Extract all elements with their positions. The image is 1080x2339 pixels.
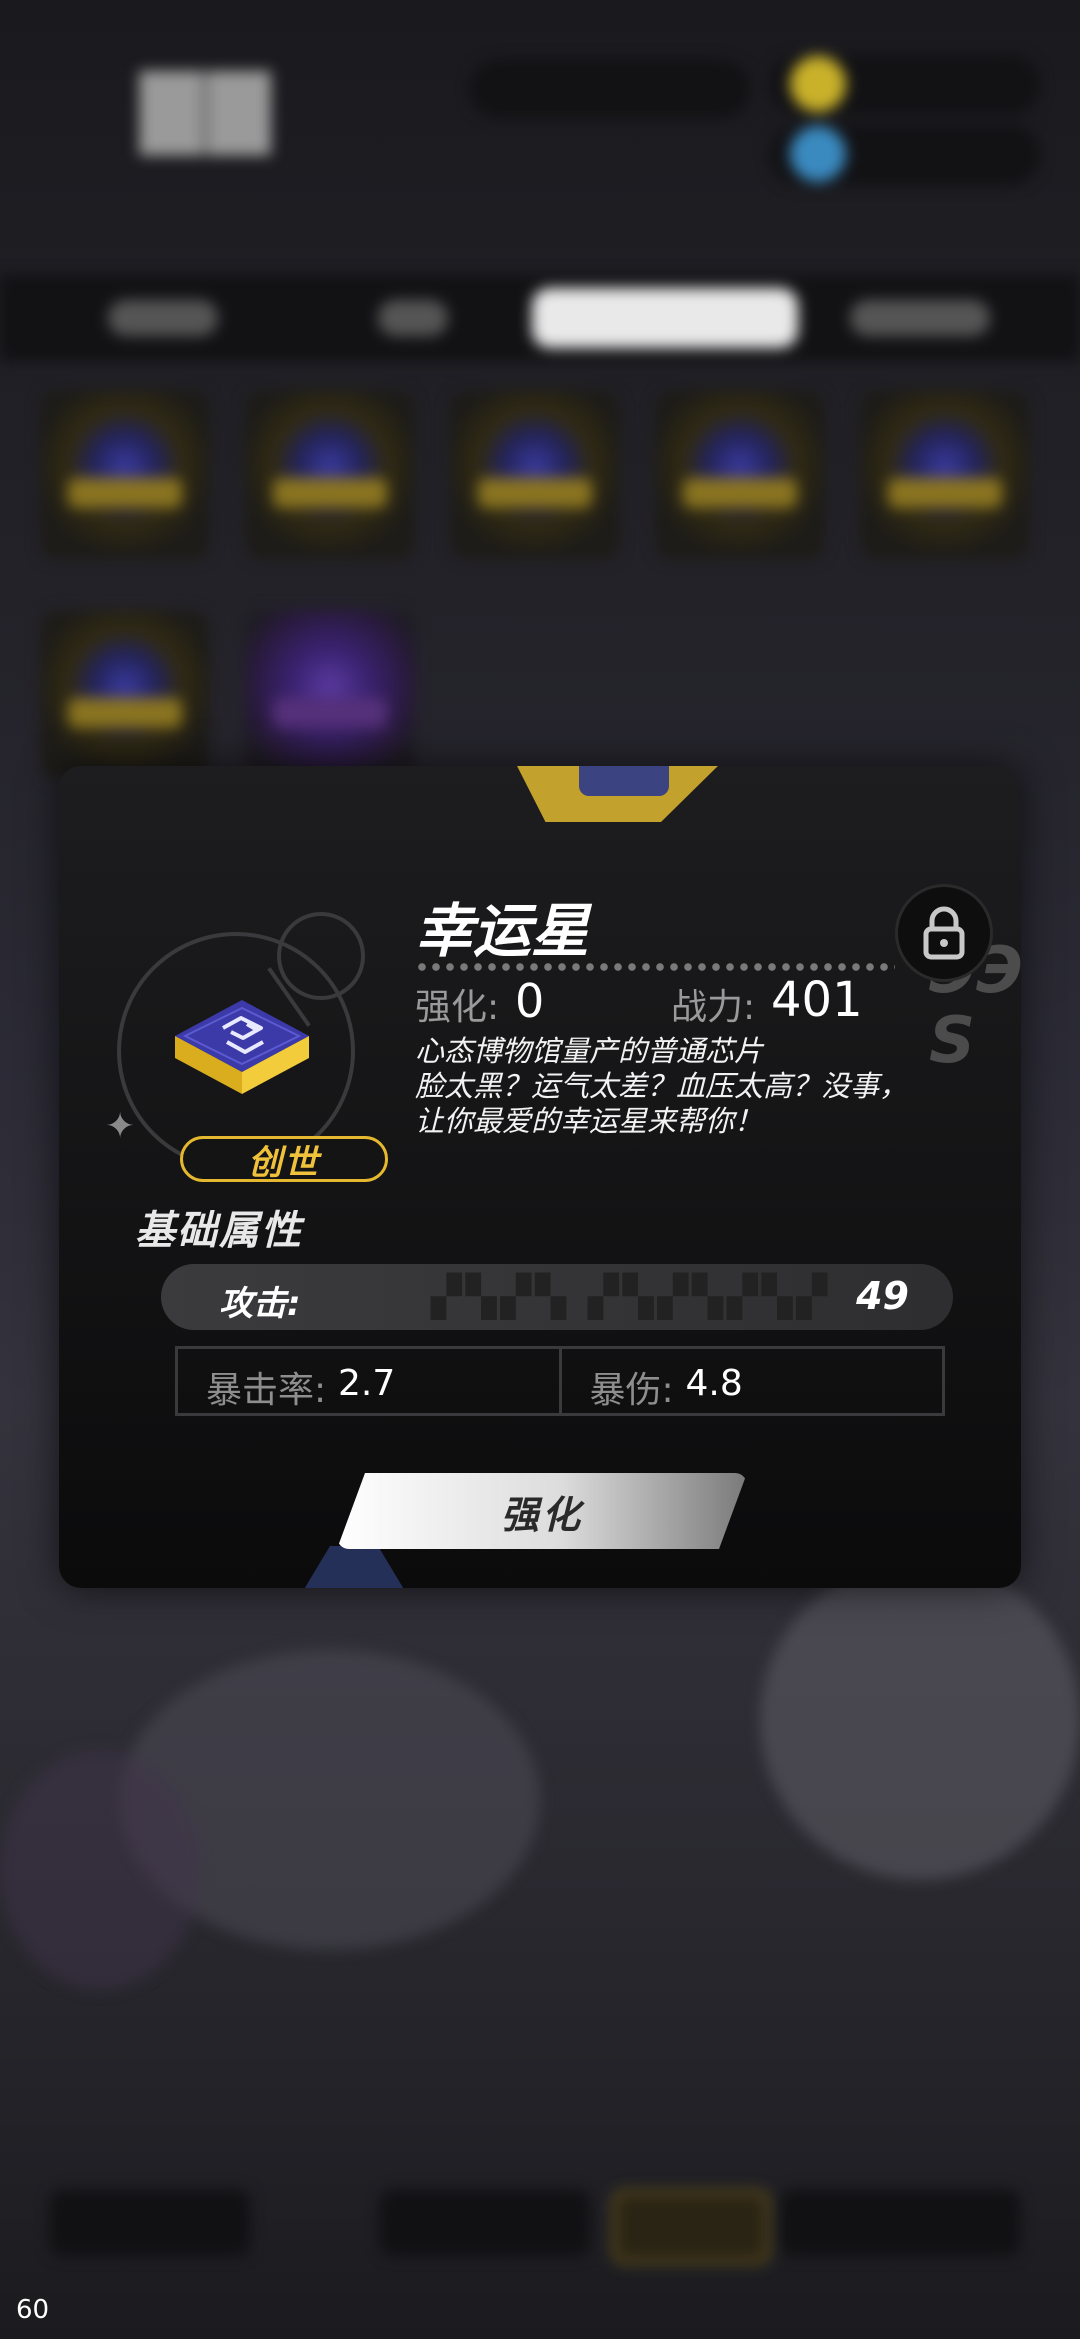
gem-icon — [790, 126, 846, 182]
gold-coin-icon — [790, 56, 846, 112]
chip-icon-ring-small — [277, 912, 365, 1000]
background-bottom-button-active — [612, 2190, 770, 2264]
background-player-pill — [470, 60, 750, 118]
attack-label: 攻击: — [219, 1284, 301, 1324]
main-stat-row: 攻击: ▞▚▞▚ ▞▚▞▚▞▚▞ 49 — [161, 1264, 953, 1330]
sub-stats-grid: 暴击率: 2.7 暴伤: 4.8 — [175, 1346, 945, 1416]
chip-description: 心态博物馆量产的普通芯片 脸太黑？运气太差？血压太高？没事， 让你最爱的幸运星来… — [415, 1034, 935, 1139]
chip-name: 幸运星 — [415, 897, 590, 965]
background-bottom-button — [380, 2190, 590, 2256]
rarity-badge: 创世 — [180, 1136, 388, 1183]
background-tab-1 — [108, 300, 218, 336]
crit-rate-cell: 暴击率: 2.7 — [178, 1349, 559, 1413]
background-chip-card — [655, 390, 825, 560]
crit-damage-value: 4.8 — [685, 1363, 743, 1404]
background-glow — [0, 1750, 200, 1990]
attack-value: 49 — [856, 1274, 909, 1318]
background-glow — [760, 1560, 1080, 1880]
description-line: 让你最爱的幸运星来帮你！ — [415, 1104, 764, 1138]
chip-icon — [175, 1000, 309, 1094]
lock-icon — [923, 906, 965, 960]
enhance-level-value: 0 — [515, 974, 545, 1028]
base-stats-title: 基础属性 — [135, 1208, 303, 1254]
crit-rate-label: 暴击率: — [206, 1370, 327, 1411]
sparkle-icon: ✦ — [105, 1106, 136, 1147]
crit-damage-cell: 暴伤: 4.8 — [558, 1349, 943, 1413]
background-title: ▇▇ — [140, 60, 275, 155]
background-chip-card — [450, 390, 620, 560]
description-line: 心态博物馆量产的普通芯片 — [415, 1034, 764, 1068]
enhance-button[interactable]: 强化 — [337, 1473, 747, 1549]
power-value: 401 — [771, 972, 863, 1028]
background-bottom-button — [780, 2190, 1020, 2256]
power-label: 战力: — [671, 987, 756, 1028]
background-tab-4 — [850, 300, 990, 336]
background-chip-card — [860, 390, 1030, 560]
decorative-banner-accent — [579, 766, 669, 796]
description-line: 脸太黑？运气太差？血压太高？没事， — [415, 1069, 909, 1103]
enhance-level-label: 强化: — [415, 987, 500, 1028]
background-chip-card — [40, 610, 210, 780]
lock-button[interactable] — [895, 884, 993, 982]
background-tab-2 — [378, 300, 448, 336]
background-chip-card — [40, 390, 210, 560]
crit-rate-value: 2.7 — [338, 1363, 396, 1404]
fps-counter: 60 — [16, 2295, 50, 2325]
background-tab-active — [532, 288, 798, 348]
dotted-divider — [415, 962, 895, 972]
chip-detail-dialog: ✦ 创世 幸运星 强化: 0 战力: 401 心态博物馆量产的普通芯片 脸太黑？… — [59, 766, 1021, 1588]
decorative-bottom-shape — [294, 1546, 414, 1588]
stat-row-decoration: ▞▚▞▚ ▞▚▞▚▞▚▞ — [431, 1274, 832, 1320]
crit-damage-label: 暴伤: — [589, 1370, 674, 1411]
background-chip-card — [245, 390, 415, 560]
background-chip-card — [245, 610, 415, 780]
background-bottom-button — [50, 2190, 250, 2256]
